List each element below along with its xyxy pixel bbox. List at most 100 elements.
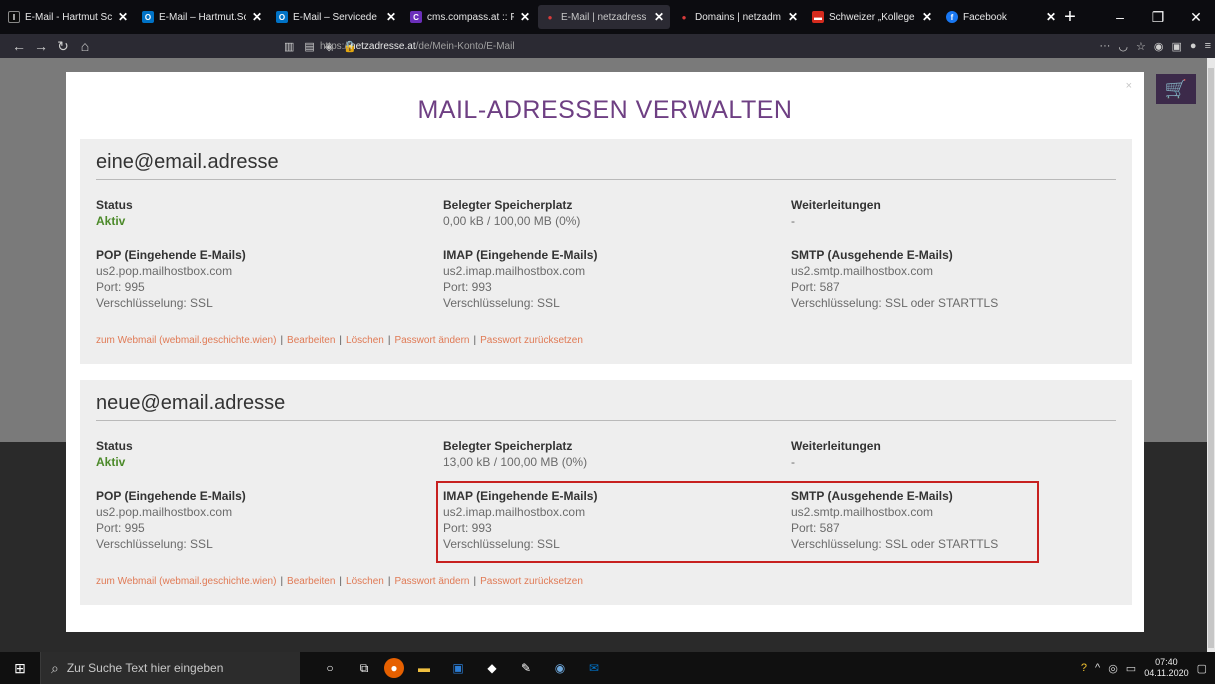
separator: |	[473, 335, 477, 346]
battery-icon[interactable]: ▭	[1126, 662, 1136, 675]
pop-host: us2.pop.mailhostbox.com	[96, 505, 233, 519]
task-view-icon[interactable]: ⧉	[350, 656, 378, 680]
status-label: Status	[96, 198, 133, 212]
change-password-link[interactable]: Passwort ändern	[394, 576, 469, 587]
close-window-icon[interactable]: ✕	[1177, 9, 1215, 26]
tab-close-icon[interactable]: ✕	[118, 10, 128, 24]
url-domain: netzadresse.at	[350, 40, 416, 52]
account-actions: zum Webmail (webmail.geschichte.wien) | Be…	[96, 335, 583, 346]
app-icon[interactable]: ◉	[546, 656, 574, 680]
minimize-icon[interactable]: –	[1101, 9, 1139, 25]
webmail-link[interactable]: zum Webmail (webmail.geschichte.wien)	[96, 576, 276, 587]
system-clock[interactable]: 07:40 04.11.2020	[1144, 657, 1188, 679]
restore-icon[interactable]: ❐	[1139, 9, 1177, 26]
cortana-icon[interactable]: ○	[316, 656, 344, 680]
highlight-box	[436, 481, 1039, 563]
network-icon[interactable]: ◎	[1108, 662, 1118, 675]
forward-icon[interactable]: →	[30, 38, 52, 54]
modal-title: MAIL-ADRESSEN VERWALTEN	[417, 96, 793, 124]
browser-tab-7[interactable]: ▬ Schweizer „Kollege ✕	[806, 5, 938, 29]
pin-icon: ●	[681, 12, 687, 22]
help-icon[interactable]: ?	[1081, 662, 1087, 674]
system-tray: ? ^ ◎ ▭ 07:40 04.11.2020 ▢	[1081, 652, 1215, 684]
reload-icon[interactable]: ↻	[52, 38, 74, 55]
outlook-icon: O	[276, 11, 288, 23]
tab-close-icon[interactable]: ✕	[252, 10, 262, 24]
notes-icon[interactable]: ✎	[512, 656, 540, 680]
tab-close-icon[interactable]: ✕	[922, 10, 932, 24]
windows-taskbar: ⊞ ⌕ Zur Suche Text hier eingeben ○ ⧉ ● ▬…	[0, 652, 1215, 684]
taskbar-search[interactable]: ⌕ Zur Suche Text hier eingeben	[40, 652, 300, 684]
storage-value: 0,00 kB / 100,00 MB (0%)	[443, 214, 581, 228]
reset-password-link[interactable]: Passwort zurücksetzen	[480, 576, 583, 587]
new-tab-icon[interactable]: +	[1064, 6, 1076, 29]
menu-icon[interactable]: ≡	[1205, 40, 1211, 52]
browser-tab-4[interactable]: C cms.compass.at :: Pr ✕	[404, 5, 536, 29]
imap-host: us2.imap.mailhostbox.com	[443, 264, 586, 278]
divider	[96, 179, 1116, 180]
tab-close-icon[interactable]: ✕	[1046, 10, 1056, 24]
pocket-icon[interactable]: ◡	[1118, 40, 1128, 53]
pop-settings: POP (Eingehende E-Mails) us2.pop.mailhos…	[96, 247, 246, 311]
status-value: Aktiv	[96, 214, 126, 228]
library-icon[interactable]: ▥	[284, 40, 294, 53]
tab-title: E-Mail – Servicede	[293, 11, 377, 23]
word-icon[interactable]: ▣	[444, 656, 472, 680]
delete-link[interactable]: Löschen	[346, 335, 384, 346]
taskbar-apps: ○ ⧉ ● ▬ ▣ ◆ ✎ ◉ ✉	[316, 656, 608, 680]
pop-port: Port: 995	[96, 280, 145, 294]
browser-tab-2[interactable]: O E-Mail – Hartmut.Sc ✕	[136, 5, 268, 29]
tab-title: Domains | netzadm	[695, 11, 781, 23]
scrollbar-thumb[interactable]	[1208, 68, 1214, 648]
star-icon[interactable]: ☆	[1136, 40, 1146, 53]
home-icon[interactable]: ⌂	[74, 38, 96, 54]
imap-encryption: Verschlüsselung: SSL	[443, 296, 560, 310]
edit-link[interactable]: Bearbeiten	[287, 335, 335, 346]
page-scrollbar[interactable]	[1207, 58, 1215, 652]
back-icon[interactable]: ←	[8, 38, 30, 54]
tab-close-icon[interactable]: ✕	[520, 10, 530, 24]
mail-account-card: eine@email.adresse Status Aktiv Belegter…	[80, 139, 1132, 364]
delete-link[interactable]: Löschen	[346, 576, 384, 587]
separator: |	[473, 576, 477, 587]
reset-password-link[interactable]: Passwort zurücksetzen	[480, 335, 583, 346]
storage-label: Belegter Speicherplatz	[443, 439, 573, 453]
forwarding-label: Weiterleitungen	[791, 439, 881, 453]
tab-close-icon[interactable]: ✕	[654, 10, 664, 24]
separator: |	[387, 335, 391, 346]
account-email: neue@email.adresse	[96, 392, 286, 414]
browser-tab-8[interactable]: f Facebook	[940, 5, 1044, 29]
browser-tab-strip: I E-Mail - Hartmut Sc ✕ O E-Mail – Hartm…	[0, 0, 1215, 34]
address-bar[interactable]: https://netzadresse.at/de/Mein-Konto/E-M…	[320, 37, 515, 55]
account-icon[interactable]: ●	[1190, 40, 1197, 52]
tab-close-icon[interactable]: ✕	[386, 10, 396, 24]
change-password-link[interactable]: Passwort ändern	[394, 335, 469, 346]
browser-tab-1[interactable]: I E-Mail - Hartmut Sc ✕	[2, 5, 134, 29]
chevron-up-icon[interactable]: ^	[1095, 662, 1100, 674]
more-icon[interactable]: ···	[1099, 40, 1110, 52]
separator: |	[387, 576, 391, 587]
sidebar-icon[interactable]: ▣	[1172, 40, 1182, 53]
notifications-icon[interactable]: ▢	[1197, 662, 1207, 675]
outlook-icon[interactable]: ✉	[580, 656, 608, 680]
smtp-encryption: Verschlüsselung: SSL oder STARTTLS	[791, 296, 999, 310]
file-explorer-icon[interactable]: ▬	[410, 656, 438, 680]
forwarding-value: -	[791, 214, 795, 228]
edit-link[interactable]: Bearbeiten	[287, 576, 335, 587]
windows-start-icon[interactable]: ⊞	[0, 660, 40, 677]
divider	[96, 420, 1116, 421]
reader-view-icon[interactable]: ▤	[304, 40, 314, 53]
cart-icon[interactable]: 🛒	[1156, 74, 1196, 104]
pin-icon: ●	[547, 12, 553, 22]
firefox-icon[interactable]: ●	[384, 658, 404, 678]
browser-tab-5-active[interactable]: ● E-Mail | netzadress ✕	[538, 5, 670, 29]
pop-encryption: Verschlüsselung: SSL	[96, 296, 213, 310]
window-controls: – ❐ ✕	[1101, 0, 1215, 34]
extension-icon[interactable]: ◉	[1154, 40, 1164, 53]
browser-tab-3[interactable]: O E-Mail – Servicede ✕	[270, 5, 402, 29]
browser-tab-6[interactable]: ● Domains | netzadm ✕	[672, 5, 804, 29]
webmail-link[interactable]: zum Webmail (webmail.geschichte.wien)	[96, 335, 276, 346]
tab-close-icon[interactable]: ✕	[788, 10, 798, 24]
modal-close-icon[interactable]: ×	[1126, 80, 1132, 92]
app-icon[interactable]: ◆	[478, 656, 506, 680]
